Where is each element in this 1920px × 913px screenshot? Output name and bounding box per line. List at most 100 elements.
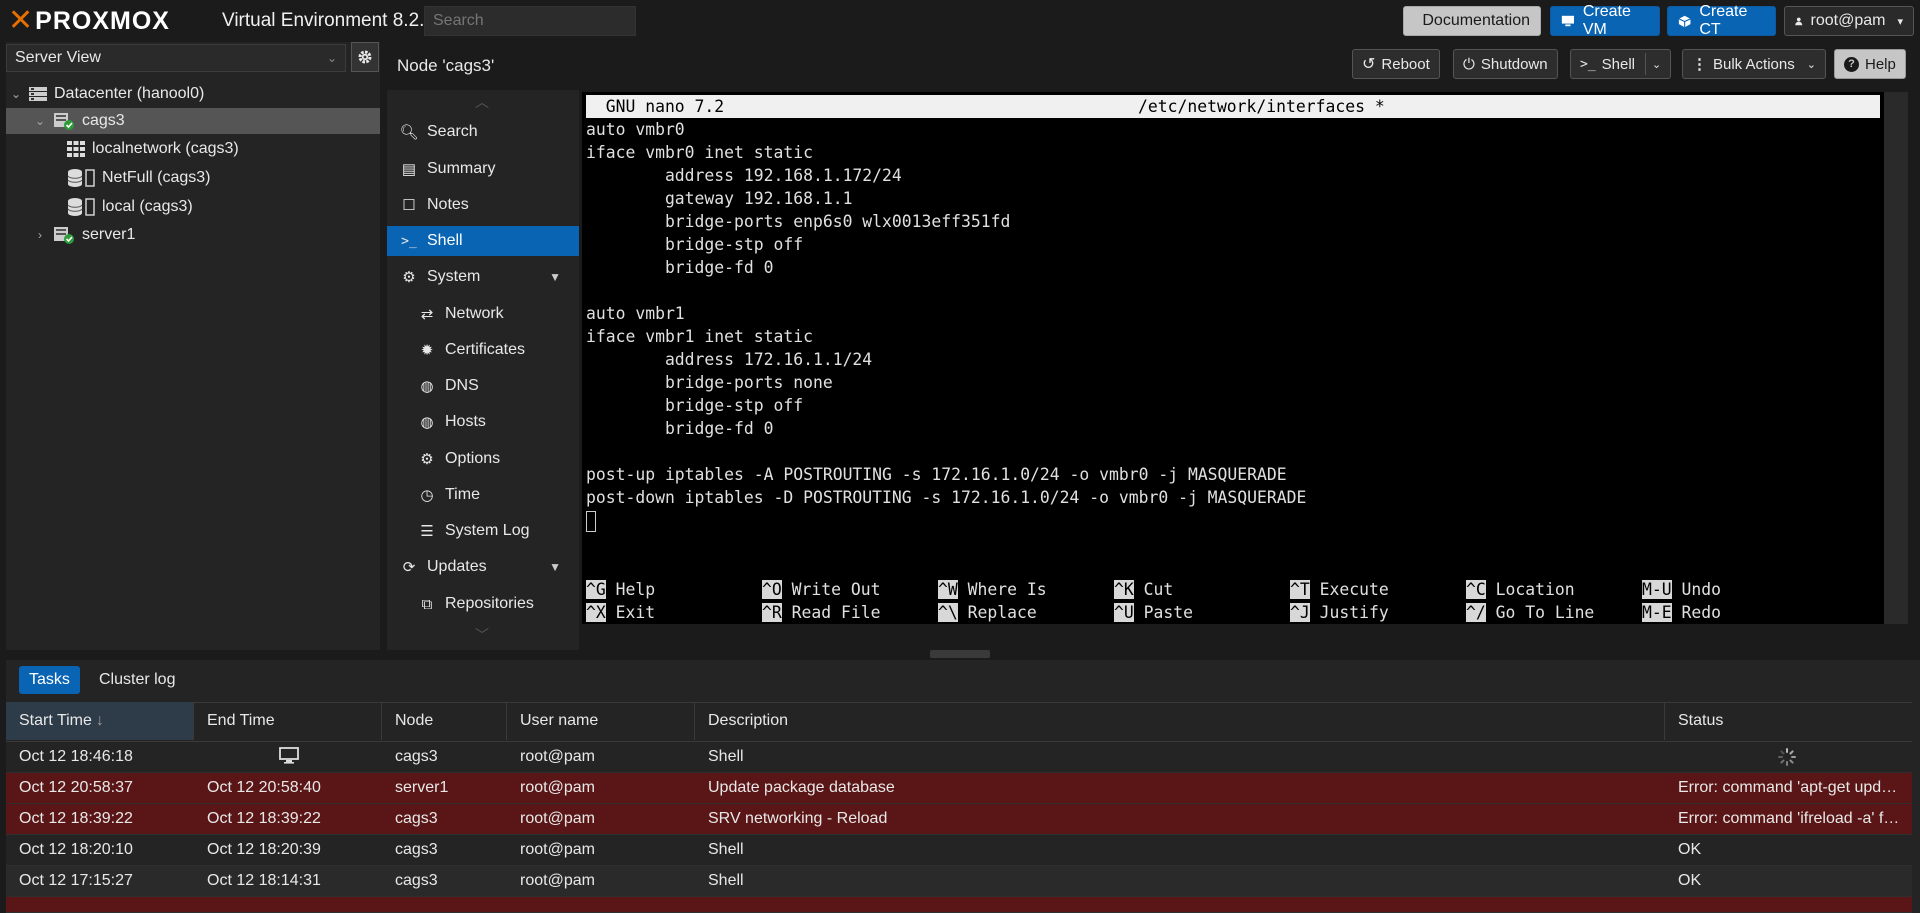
chevron-right-icon[interactable]: › (34, 228, 46, 242)
caret-down-icon[interactable]: ▼ (549, 270, 561, 284)
table-row-partial[interactable] (6, 897, 1912, 913)
shortcut-label: Justify (1319, 603, 1389, 622)
nav-item-summary[interactable]: ▤ Summary (387, 154, 579, 184)
server-rack-icon (29, 87, 47, 101)
table-row[interactable]: Oct 12 18:46:18 cags3 root@pam Shell (6, 742, 1912, 773)
cell-status: Error: command 'apt-get update' failed: … (1678, 779, 1912, 796)
table-row[interactable]: Oct 12 20:58:37 Oct 12 20:58:40 server1 … (6, 773, 1912, 804)
column-end-time[interactable]: End Time (194, 702, 382, 740)
page-title: Node 'cags3' (397, 56, 495, 75)
shutdown-button[interactable]: ⏻ Shutdown (1453, 49, 1558, 79)
nav-item-shell[interactable]: >_ Shell (387, 226, 579, 256)
power-icon: ⏻ (1463, 55, 1475, 73)
shell-button[interactable]: >_ Shell ⌄ (1570, 49, 1672, 79)
nav-item-options[interactable]: ⚙ Options (387, 444, 579, 474)
storage-icon (67, 169, 95, 187)
terminal-line: auto vmbr1 (586, 304, 685, 323)
tree-item-localnetwork[interactable]: localnetwork (cags3) (66, 136, 366, 162)
shortcut-key: ^X (586, 603, 606, 622)
tree-item-label: localnetwork (cags3) (92, 140, 239, 157)
shortcut-label: Read File (791, 603, 881, 622)
notes-icon: ☐ (402, 197, 416, 214)
cell-description: Shell (708, 872, 744, 889)
scroll-up-icon[interactable]: ︿ (475, 92, 489, 112)
tree-item-cags3[interactable]: ⌄ cags3 (6, 108, 380, 134)
spinner-icon (1778, 748, 1796, 766)
nav-item-time[interactable]: ◷ Time (387, 480, 579, 510)
cell-description: SRV networking - Reload (708, 810, 888, 827)
chevron-down-icon[interactable]: ⌄ (1652, 58, 1661, 71)
column-description[interactable]: Description (695, 702, 1665, 740)
tree-item-local[interactable]: local (cags3) (66, 194, 366, 220)
cell-node: cags3 (395, 810, 438, 827)
shutdown-label: Shutdown (1480, 55, 1548, 73)
create-ct-label: Create CT (1699, 3, 1748, 38)
nav-item-notes[interactable]: ☐ Notes (387, 190, 579, 220)
nano-version: GNU nano 7.2 (586, 97, 725, 116)
column-node[interactable]: Node (382, 702, 507, 740)
nav-item-repositories[interactable]: ⧉ Repositories (387, 589, 579, 619)
column-user-name[interactable]: User name (507, 702, 695, 740)
column-status[interactable]: Status (1665, 702, 1912, 740)
tree-settings-button[interactable] (351, 42, 379, 72)
shortcut-label: Replace (967, 603, 1037, 622)
nav-item-search[interactable]: 🔍︎ Search (387, 117, 579, 147)
help-label: Help (1865, 55, 1896, 73)
column-label: Start Time (19, 712, 92, 729)
table-row[interactable]: Oct 12 17:15:27 Oct 12 18:14:31 cags3 ro… (6, 866, 1912, 897)
tree-item-netfull[interactable]: NetFull (cags3) (66, 165, 366, 191)
chevron-down-icon[interactable]: ⌄ (34, 114, 46, 128)
table-row[interactable]: Oct 12 18:39:22 Oct 12 18:39:22 cags3 ro… (6, 804, 1912, 835)
documentation-button[interactable]: Documentation (1403, 6, 1541, 36)
nav-item-label: Summary (427, 160, 496, 177)
nav-item-label: Shell (427, 232, 463, 249)
shortcut-go-to-line: ^/ Go To Line (1466, 601, 1594, 624)
cell-end-time (194, 742, 382, 772)
gears-icon: ⚙ (402, 269, 416, 286)
panel-splitter-handle[interactable] (930, 650, 990, 658)
nav-item-label: Search (427, 123, 478, 140)
refresh-icon: ⟳ (402, 559, 416, 576)
terminal-line: post-up iptables -A POSTROUTING -s 172.1… (586, 465, 1287, 484)
column-start-time[interactable]: Start Time ↓ (6, 702, 194, 740)
cell-start-time: Oct 12 20:58:37 (19, 779, 133, 796)
table-row[interactable]: Oct 12 18:20:10 Oct 12 18:20:39 cags3 ro… (6, 835, 1912, 866)
scroll-down-icon[interactable]: ﹀ (475, 625, 489, 645)
nav-item-dns[interactable]: ◍ DNS (387, 371, 579, 401)
tree-item-datacenter[interactable]: ⌄ Datacenter (hanool0) (10, 81, 380, 107)
caret-down-icon[interactable]: ▼ (549, 560, 561, 574)
globe-icon: ◍ (420, 378, 434, 395)
nav-item-certificates[interactable]: ✹ Certificates (387, 335, 579, 365)
cell-node: cags3 (395, 841, 438, 858)
split-separator (1645, 53, 1647, 75)
tab-tasks[interactable]: Tasks (19, 666, 80, 694)
terminal-line: post-down iptables -D POSTROUTING -s 172… (586, 488, 1307, 507)
create-vm-button[interactable]: Create VM (1550, 3, 1660, 38)
terminal-scrollbar[interactable] (1884, 92, 1908, 624)
nav-item-system-log[interactable]: ☰ System Log (387, 516, 579, 546)
search-input[interactable] (424, 6, 636, 36)
create-ct-button[interactable]: Create CT (1667, 3, 1776, 38)
shortcut-read-file: ^R Read File (762, 601, 880, 624)
help-button[interactable]: ? Help (1834, 49, 1906, 79)
shortcut-key: ^O (762, 580, 782, 599)
sort-down-icon: ↓ (95, 712, 104, 729)
shell-terminal[interactable]: GNU nano 7.2/etc/network/interfaces * au… (582, 92, 1884, 624)
nav-item-network[interactable]: ⇄ Network (387, 299, 579, 329)
nav-item-label: System Log (445, 522, 530, 539)
bulk-actions-button[interactable]: ⋮ Bulk Actions ⌄ (1682, 49, 1826, 79)
copy-icon: ⧉ (421, 595, 433, 613)
cell-end-time: Oct 12 18:39:22 (207, 810, 321, 827)
nav-item-hosts[interactable]: ◍ Hosts (387, 407, 579, 437)
view-selector[interactable]: Server View ⌄ (6, 44, 346, 72)
user-menu-button[interactable]: root@pam ▾ (1784, 6, 1914, 36)
nav-item-system[interactable]: ⚙ System ▼ (387, 262, 579, 292)
logo-text: PROXMOX (35, 6, 170, 35)
tree-item-server1[interactable]: › server1 (34, 222, 374, 248)
cell-start-time: Oct 12 18:46:18 (19, 748, 133, 765)
reboot-button[interactable]: ↺ Reboot (1352, 49, 1440, 79)
nav-item-label: Certificates (445, 341, 526, 358)
chevron-down-icon[interactable]: ⌄ (10, 87, 22, 101)
nav-item-updates[interactable]: ⟳ Updates ▼ (387, 552, 579, 582)
tab-cluster-log[interactable]: Cluster log (89, 666, 185, 694)
